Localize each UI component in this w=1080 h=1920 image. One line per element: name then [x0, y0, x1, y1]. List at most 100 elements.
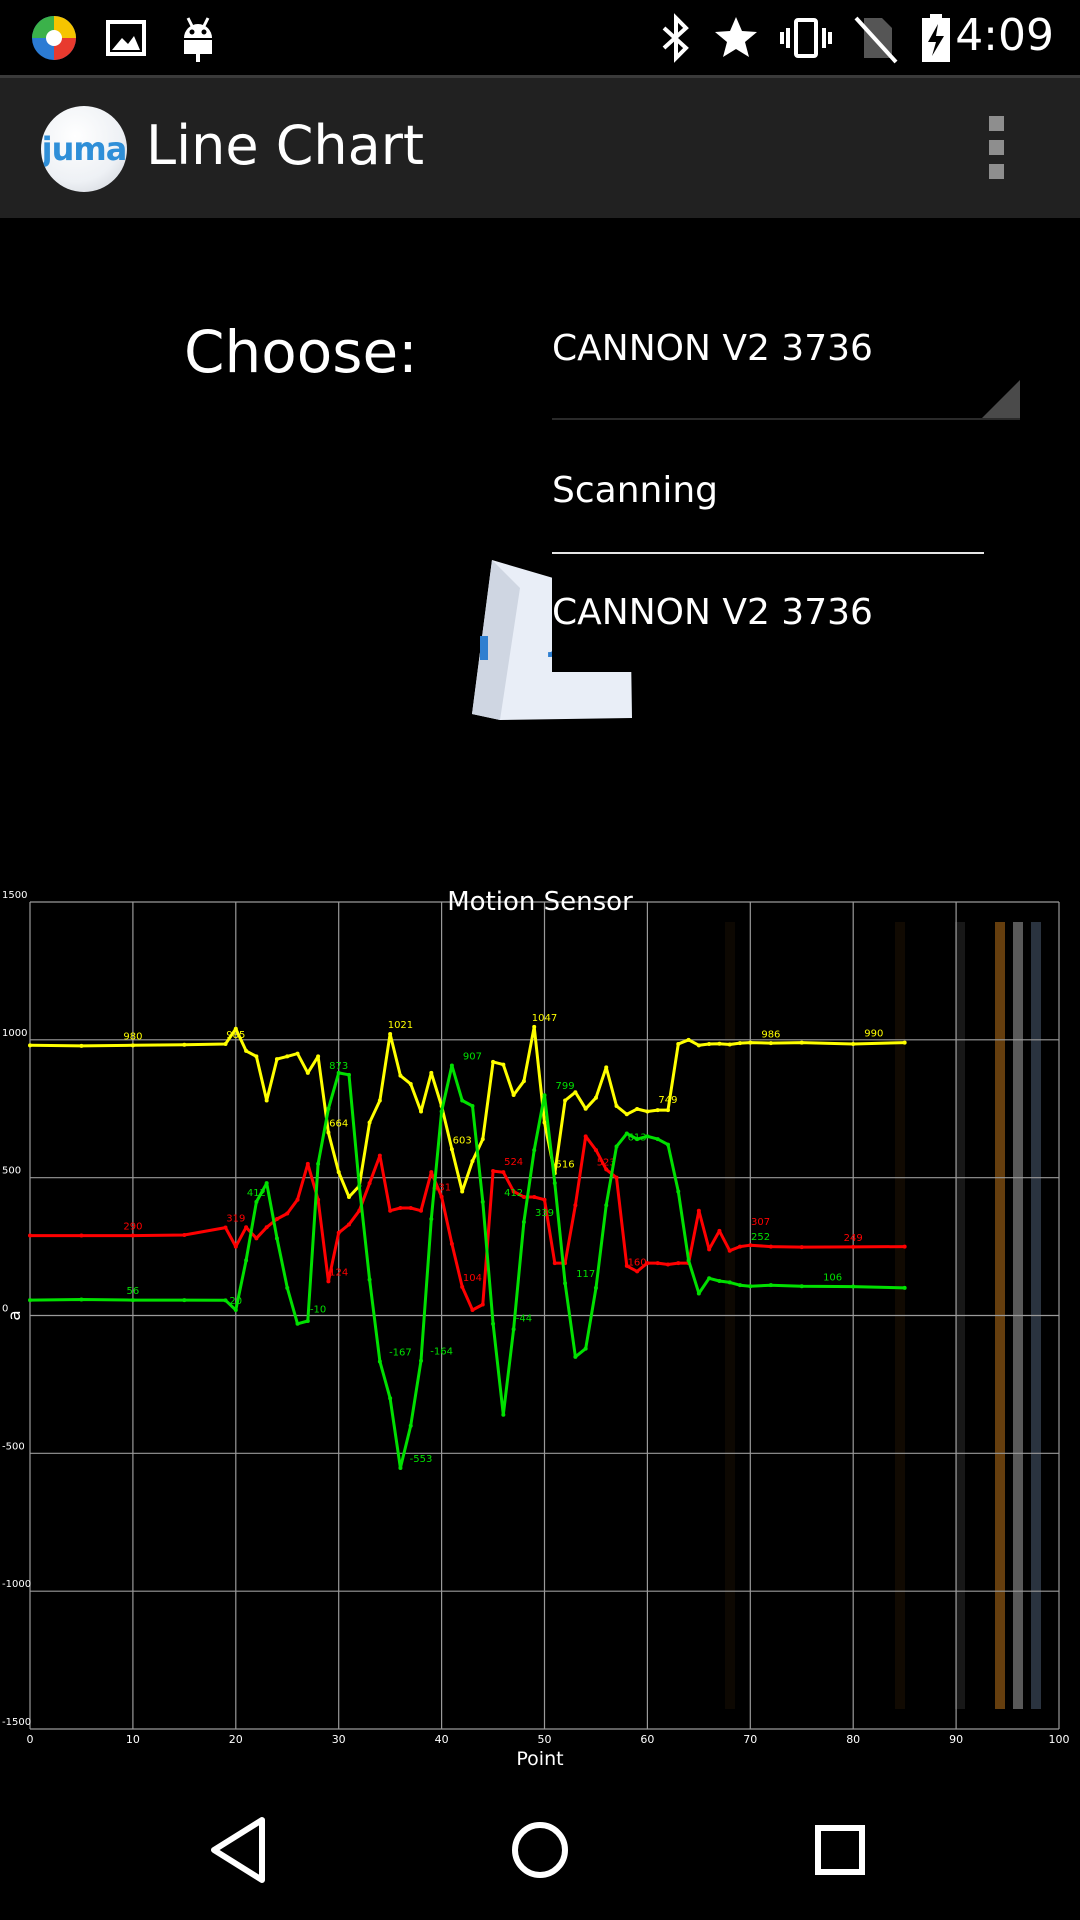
series-1-point-16 — [346, 1222, 351, 1227]
series-2-point-14 — [326, 1106, 331, 1111]
series-2-point-0 — [28, 1298, 32, 1303]
series-2-point-6 — [244, 1258, 249, 1263]
series-0-point-40 — [593, 1095, 598, 1100]
status-time: 4:09 — [955, 10, 1054, 61]
series-2-point-48 — [676, 1189, 681, 1194]
series-1-point-54 — [738, 1244, 743, 1249]
series-2-point-35 — [542, 1093, 547, 1098]
series-2-data-label-8: 907 — [463, 1051, 482, 1062]
series-1-data-label-2: 124 — [329, 1267, 348, 1278]
series-2-point-31 — [501, 1412, 506, 1417]
series-1-point-30 — [491, 1169, 496, 1174]
series-1-data-label-7: 160 — [628, 1257, 647, 1268]
series-2-data-label-12: 799 — [556, 1081, 575, 1092]
series-0-data-label-6: 516 — [556, 1159, 575, 1170]
series-0-point-31 — [501, 1062, 506, 1067]
series-2-data-label-11: 339 — [535, 1208, 554, 1219]
series-2-data-label-9: 412 — [504, 1188, 523, 1199]
series-0-point-39 — [583, 1106, 588, 1111]
dropdown-option-device[interactable]: CANNON V2 3736 — [552, 592, 984, 633]
device-spinner[interactable]: CANNON V2 3736 — [552, 318, 1020, 420]
series-2-point-56 — [768, 1283, 773, 1288]
series-0-point-21 — [398, 1073, 403, 1078]
series-0-point-0 — [28, 1043, 32, 1048]
choose-label: Choose: — [184, 318, 418, 386]
series-1-data-label-1: 319 — [226, 1214, 245, 1225]
overflow-menu-icon[interactable] — [980, 116, 1012, 182]
series-1-point-0 — [28, 1233, 32, 1238]
series-2-data-label-4: 873 — [329, 1061, 348, 1072]
series-0-point-46 — [655, 1108, 660, 1113]
x-axis-label: Point — [516, 1748, 563, 1770]
series-1-point-12 — [305, 1161, 310, 1166]
series-1-point-53 — [727, 1248, 732, 1253]
series-2-point-28 — [470, 1103, 475, 1108]
home-icon[interactable] — [500, 1810, 580, 1890]
series-0-data-label-5: 1047 — [532, 1013, 557, 1024]
series-2-data-label-13: 117 — [576, 1269, 595, 1280]
series-1-point-46 — [655, 1261, 660, 1266]
series-2-point-1 — [79, 1297, 84, 1302]
series-1-point-5 — [233, 1244, 238, 1249]
series-2-point-55 — [748, 1284, 753, 1289]
series-0-point-50 — [696, 1043, 701, 1048]
series-2-point-59 — [902, 1285, 907, 1290]
series-0-point-59 — [902, 1040, 907, 1045]
series-0-point-49 — [686, 1037, 691, 1042]
series-2-point-18 — [367, 1277, 372, 1282]
series-2-point-52 — [717, 1279, 722, 1284]
x-tick-label-1: 10 — [126, 1733, 140, 1746]
x-tick-label-7: 70 — [743, 1733, 757, 1746]
series-1-data-label-9: 249 — [844, 1233, 863, 1244]
series-1-data-label-0: 290 — [123, 1222, 142, 1233]
series-0-data-label-3: 1021 — [388, 1020, 413, 1031]
x-tick-label-6: 60 — [640, 1733, 654, 1746]
dropdown-divider — [552, 552, 984, 554]
series-1-data-label-5: 524 — [504, 1157, 523, 1168]
series-0-point-57 — [799, 1040, 804, 1045]
navigation-bar — [0, 1780, 1080, 1920]
series-0-point-14 — [326, 1130, 331, 1135]
series-0-point-7 — [254, 1054, 259, 1059]
back-icon[interactable] — [200, 1810, 280, 1890]
series-0-data-label-4: 603 — [453, 1135, 472, 1146]
series-2-point-34 — [532, 1148, 537, 1153]
series-2-point-24 — [429, 1217, 434, 1222]
series-2-point-33 — [521, 1220, 526, 1225]
series-2-point-46 — [655, 1137, 660, 1142]
series-2-point-16 — [346, 1072, 351, 1077]
series-2-point-49 — [686, 1258, 691, 1263]
x-tick-label-4: 40 — [435, 1733, 449, 1746]
series-2-point-13 — [316, 1161, 321, 1166]
series-1-point-3 — [182, 1233, 187, 1238]
series-1-point-14 — [326, 1279, 331, 1284]
x-tick-label-5: 50 — [538, 1733, 552, 1746]
series-0-point-51 — [707, 1041, 712, 1046]
no-sim-icon — [854, 16, 898, 64]
series-2-point-23 — [419, 1358, 424, 1363]
series-0-point-47 — [665, 1108, 670, 1113]
recents-icon[interactable] — [800, 1810, 880, 1890]
series-2-point-41 — [604, 1203, 609, 1208]
app-logo[interactable]: juma — [41, 106, 127, 192]
series-0-point-55 — [748, 1040, 753, 1045]
series-2-point-53 — [727, 1280, 732, 1285]
series-0-point-32 — [511, 1092, 516, 1097]
y-tick-label-6: 1500 — [2, 890, 27, 901]
series-1-point-24 — [429, 1170, 434, 1175]
series-2-point-50 — [696, 1291, 701, 1296]
series-2-data-label-15: 252 — [751, 1232, 770, 1243]
battery-charging-icon — [922, 14, 950, 62]
series-1-point-31 — [501, 1170, 506, 1175]
series-0-point-11 — [295, 1051, 300, 1056]
app-screen: 4:09 juma Line Chart Choose: CANNON V2 3… — [0, 0, 1080, 1920]
series-2-point-58 — [851, 1284, 856, 1289]
series-0-point-58 — [851, 1041, 856, 1046]
series-2-data-label-7: -164 — [430, 1347, 453, 1358]
series-1-point-39 — [583, 1134, 588, 1139]
series-0-point-24 — [429, 1070, 434, 1075]
dropdown-option-scanning[interactable]: Scanning — [552, 470, 984, 511]
series-0-point-26 — [449, 1147, 454, 1152]
series-2-point-9 — [274, 1236, 279, 1241]
series-1-point-35 — [542, 1197, 547, 1202]
